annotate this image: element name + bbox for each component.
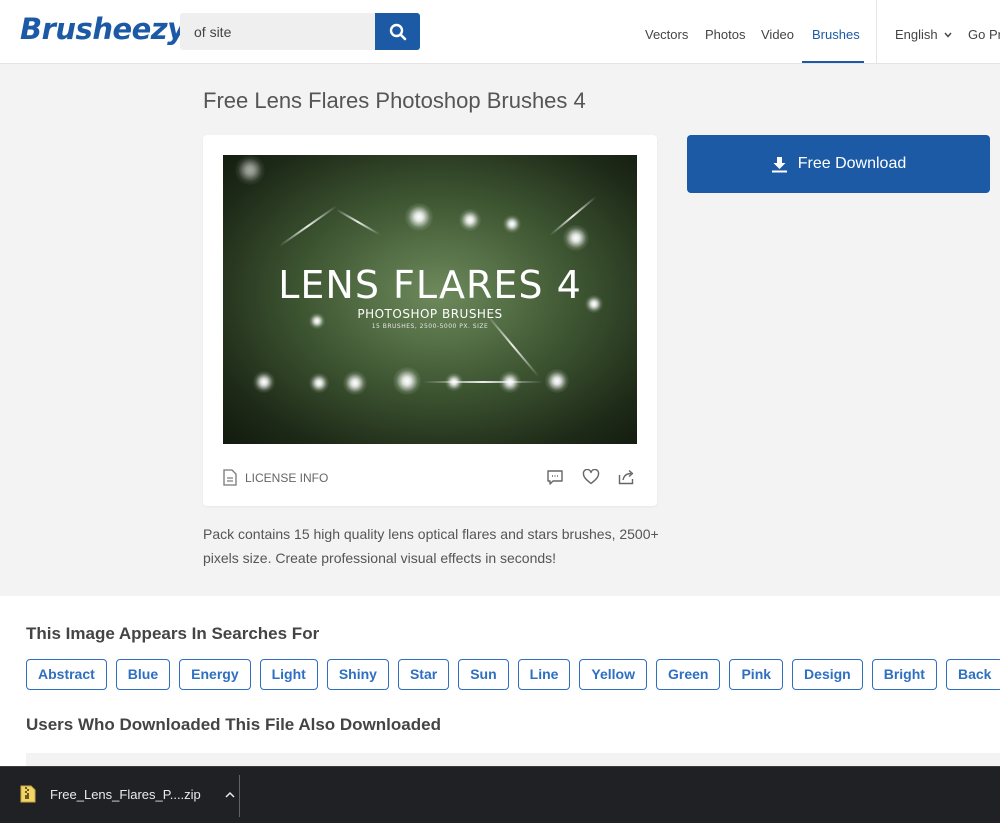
tag-design[interactable]: Design: [792, 659, 863, 690]
flare-streak: [335, 208, 381, 236]
tag-back[interactable]: Back: [945, 659, 1000, 690]
share-button[interactable]: [617, 467, 637, 487]
flare-streak: [278, 205, 338, 247]
flare: [405, 203, 433, 231]
search-button[interactable]: [375, 13, 420, 50]
free-download-label: Free Download: [797, 155, 907, 172]
zip-file-icon: [20, 785, 36, 803]
tag-pink[interactable]: Pink: [729, 659, 784, 690]
nav-photos[interactable]: Photos: [705, 27, 745, 42]
flare: [393, 367, 421, 395]
search-icon: [389, 23, 406, 40]
preview-meta: 15 BRUSHES, 2500-5000 PX. SIZE: [371, 323, 489, 330]
flare-streak: [423, 381, 543, 383]
preview-title: LENS FLARES 4: [278, 263, 582, 307]
preview-card: LENS FLARES 4 PHOTOSHOP BRUSHES 15 BRUSH…: [203, 135, 657, 506]
free-download-button[interactable]: Free Download: [687, 135, 990, 193]
tag-light[interactable]: Light: [259, 659, 318, 690]
nav-divider: [876, 0, 877, 64]
card-actions: [545, 467, 637, 487]
description-text: Pack contains 15 high quality lens optic…: [203, 526, 659, 566]
flare: [459, 209, 481, 231]
comment-icon: [547, 469, 563, 485]
browser-download-bar: Free_Lens_Flares_P....zip: [0, 766, 1000, 823]
document-icon: [223, 469, 237, 486]
preview-subtitle: PHOTOSHOP BRUSHES: [357, 307, 503, 321]
download-bar-divider: [239, 775, 240, 817]
favorite-button[interactable]: [581, 467, 601, 487]
flare: [253, 371, 275, 393]
flare: [563, 225, 589, 251]
tag-shiny[interactable]: Shiny: [326, 659, 389, 690]
chevron-down-icon: [944, 32, 952, 38]
nav-brushes[interactable]: Brushes: [812, 27, 860, 42]
nav-vectors[interactable]: Vectors: [645, 27, 688, 42]
tag-sun[interactable]: Sun: [458, 659, 509, 690]
tag-green[interactable]: Green: [656, 659, 721, 690]
search-bar: [180, 13, 420, 50]
flare: [343, 371, 367, 395]
searches-title: This Image Appears In Searches For: [26, 624, 320, 643]
preview-image[interactable]: LENS FLARES 4 PHOTOSHOP BRUSHES 15 BRUSH…: [223, 155, 637, 444]
tag-line[interactable]: Line: [517, 659, 571, 690]
language-selector[interactable]: English: [895, 27, 952, 42]
flare: [309, 373, 329, 393]
flare: [235, 155, 265, 185]
chevron-up-icon[interactable]: [225, 791, 235, 798]
comment-button[interactable]: [545, 467, 565, 487]
download-filename: Free_Lens_Flares_P....zip: [50, 786, 201, 802]
license-info-label: LICENSE INFO: [245, 470, 329, 485]
nav-video[interactable]: Video: [761, 27, 794, 42]
tag-yellow[interactable]: Yellow: [579, 659, 647, 690]
searches-section: This Image Appears In Searches For Abstr…: [0, 596, 1000, 766]
also-downloaded-title: Users Who Downloaded This File Also Down…: [26, 715, 441, 734]
search-input[interactable]: [180, 13, 375, 50]
share-icon: [618, 469, 634, 485]
tag-bright[interactable]: Bright: [871, 659, 937, 690]
tag-star[interactable]: Star: [397, 659, 450, 690]
flare: [545, 369, 569, 393]
nav-go-pro[interactable]: Go Pro: [968, 27, 1000, 42]
tag-list: Abstract Blue Energy Light Shiny Star Su…: [26, 659, 1000, 690]
card-footer: LICENSE INFO: [223, 465, 637, 489]
page-title: Free Lens Flares Photoshop Brushes 4: [203, 88, 586, 113]
heart-icon: [582, 469, 600, 485]
tag-abstract[interactable]: Abstract: [26, 659, 107, 690]
tag-blue[interactable]: Blue: [115, 659, 171, 690]
license-info-link[interactable]: LICENSE INFO: [223, 469, 328, 486]
related-items-strip: [26, 753, 1000, 766]
tag-energy[interactable]: Energy: [179, 659, 251, 690]
flare: [503, 215, 521, 233]
brusheezy-logo[interactable]: Brusheezy: [20, 12, 186, 46]
site-header: Brusheezy Vectors Photos Video Brushes E…: [0, 0, 1000, 64]
download-item[interactable]: Free_Lens_Flares_P....zip: [20, 785, 235, 803]
language-label: English: [895, 27, 938, 42]
download-icon: [771, 156, 787, 172]
nav-active-indicator: [802, 61, 864, 63]
